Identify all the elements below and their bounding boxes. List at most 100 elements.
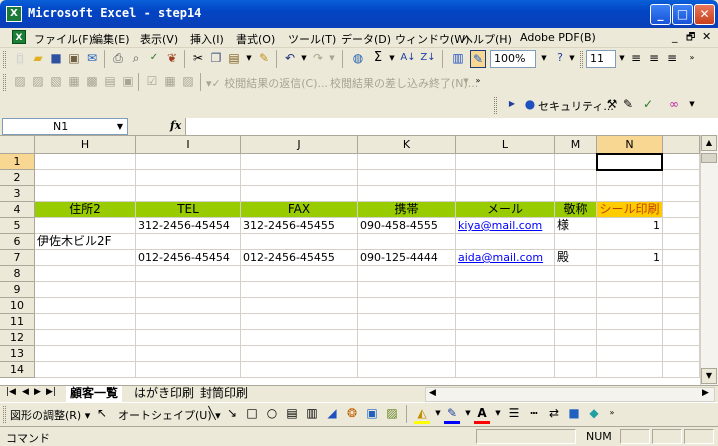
menu-adobe-pdf[interactable]: Adobe PDF(B): [520, 31, 596, 44]
grid-cell[interactable]: [555, 170, 597, 186]
grid-cell[interactable]: [241, 170, 358, 186]
grid-cell[interactable]: [555, 154, 597, 170]
grid-cell[interactable]: [241, 330, 358, 346]
row-header[interactable]: 7: [0, 250, 35, 266]
save-icon[interactable]: ■: [48, 50, 64, 66]
grid-cell[interactable]: [136, 362, 241, 378]
header-cell-mail[interactable]: メール: [456, 202, 555, 218]
grid-cell[interactable]: [555, 362, 597, 378]
cell-mail-link[interactable]: aida@mail.com: [456, 250, 555, 266]
review-icon-10[interactable]: ▨: [180, 73, 196, 89]
close-button[interactable]: ✕: [694, 4, 715, 25]
oval-icon[interactable]: ○: [264, 405, 280, 421]
formula-input[interactable]: [185, 118, 718, 135]
toolbar-grip[interactable]: [580, 51, 583, 68]
grid-cell[interactable]: [456, 298, 555, 314]
column-header-n[interactable]: N: [597, 136, 663, 154]
grid-cell[interactable]: [35, 314, 136, 330]
maximize-button[interactable]: □: [672, 4, 693, 25]
grid-cell[interactable]: [597, 314, 663, 330]
design-mode-icon[interactable]: ✎: [620, 96, 636, 112]
menu-data[interactable]: データ(D): [341, 31, 391, 47]
vertical-textbox-icon[interactable]: ▥: [304, 405, 320, 421]
excel-app-icon[interactable]: X: [6, 6, 22, 22]
open-icon[interactable]: ▰: [30, 50, 46, 66]
grid-cell[interactable]: [241, 282, 358, 298]
grid-cell[interactable]: [136, 314, 241, 330]
minimize-button[interactable]: _: [650, 4, 671, 25]
grid-cell[interactable]: [456, 346, 555, 362]
column-header-j[interactable]: J: [241, 136, 358, 154]
toolbar-options-icon[interactable]: »: [604, 405, 620, 421]
font-color-dropdown-icon[interactable]: ▼: [490, 405, 506, 421]
line-icon[interactable]: ╲: [204, 405, 220, 421]
shadow-icon[interactable]: ■: [566, 405, 582, 421]
grid-cell[interactable]: [35, 330, 136, 346]
prev-sheet-icon[interactable]: ◀: [22, 387, 29, 397]
grid-cell[interactable]: [597, 330, 663, 346]
permission-icon[interactable]: ▣: [66, 50, 82, 66]
grid-cell[interactable]: [555, 186, 597, 202]
grid-cell[interactable]: [456, 186, 555, 202]
grid-cell[interactable]: [35, 282, 136, 298]
grid-cell[interactable]: [35, 298, 136, 314]
grid-cell[interactable]: [663, 266, 700, 282]
select-all-corner[interactable]: [0, 136, 35, 154]
scroll-up-icon[interactable]: ▲: [701, 135, 717, 151]
sheet-tab-customers[interactable]: 顧客一覧: [66, 386, 123, 402]
draw-menu-button[interactable]: 図形の調整(R) ▾: [10, 407, 90, 423]
cell-fax[interactable]: 012-2456-45455: [241, 250, 358, 266]
zoom-dropdown-icon[interactable]: ▼: [536, 50, 552, 66]
copy-icon[interactable]: ❐: [208, 50, 224, 66]
column-header-o[interactable]: [663, 136, 700, 154]
grid-cell[interactable]: [597, 170, 663, 186]
row-header[interactable]: 1: [0, 154, 35, 170]
mdi-minimize-button[interactable]: _: [672, 30, 678, 43]
cut-icon[interactable]: ✂: [190, 50, 206, 66]
review-icon-6[interactable]: ▤: [102, 73, 118, 89]
toolbar-grip[interactable]: [3, 51, 6, 68]
grid-cell[interactable]: [136, 282, 241, 298]
menu-view[interactable]: 表示(V): [140, 31, 178, 47]
grid-cell[interactable]: [136, 298, 241, 314]
security-button[interactable]: セキュリティ...: [538, 98, 614, 114]
grid-cell[interactable]: [241, 346, 358, 362]
grid-cell[interactable]: [241, 298, 358, 314]
grid-cell[interactable]: [358, 314, 456, 330]
rectangle-icon[interactable]: □: [244, 405, 260, 421]
last-sheet-icon[interactable]: ▶|: [46, 387, 56, 397]
grid-cell[interactable]: [456, 266, 555, 282]
cell-mobile[interactable]: 090-458-4555: [358, 218, 456, 234]
grid-cell[interactable]: [358, 282, 456, 298]
scroll-right-icon[interactable]: ▶: [702, 388, 709, 398]
menu-window[interactable]: ウィンドウ(W): [395, 31, 469, 47]
grid-cell[interactable]: [456, 170, 555, 186]
grid-cell[interactable]: [241, 234, 358, 250]
cell-address2[interactable]: 伊佐木ビル2F: [35, 234, 136, 250]
row-header[interactable]: 8: [0, 266, 35, 282]
header-cell-mobile[interactable]: 携帯: [358, 202, 456, 218]
grid-cell[interactable]: [597, 234, 663, 250]
grid-cell[interactable]: [358, 266, 456, 282]
row-header[interactable]: 11: [0, 314, 35, 330]
cell-mail-link[interactable]: kiya@mail.com: [456, 218, 555, 234]
grid-cell[interactable]: [663, 170, 700, 186]
menu-edit[interactable]: 編集(E): [92, 31, 130, 47]
grid-cell[interactable]: [663, 154, 700, 170]
arrow-icon[interactable]: ↘: [224, 405, 240, 421]
grid-cell[interactable]: [555, 234, 597, 250]
grid-cell[interactable]: [456, 314, 555, 330]
grid-cell[interactable]: [597, 362, 663, 378]
grid-cell[interactable]: [136, 154, 241, 170]
redo-dropdown-icon[interactable]: ▼: [324, 50, 340, 66]
column-header-m[interactable]: M: [555, 136, 597, 154]
grid-cell[interactable]: [358, 362, 456, 378]
grid-cell[interactable]: [663, 330, 700, 346]
row-header[interactable]: 5: [0, 218, 35, 234]
font-size-combo[interactable]: 11: [586, 50, 616, 68]
grid-cell[interactable]: [597, 346, 663, 362]
grid-cell[interactable]: [663, 218, 700, 234]
cell-honorific[interactable]: 殿: [555, 250, 597, 266]
row-header[interactable]: 9: [0, 282, 35, 298]
web-icon[interactable]: ∞: [666, 96, 682, 112]
